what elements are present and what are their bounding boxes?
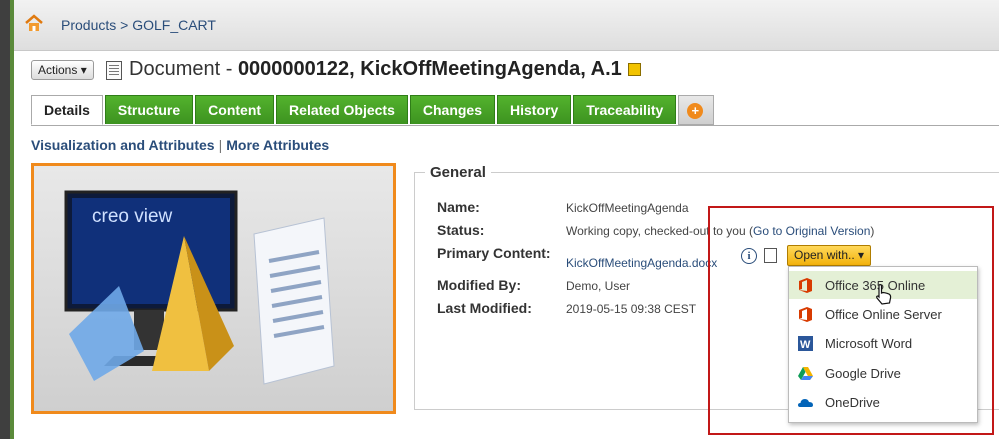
creo-view-thumbnail[interactable]: creo view xyxy=(31,163,396,414)
highlight-annotation-box xyxy=(708,206,994,435)
tab-details[interactable]: Details xyxy=(31,95,103,125)
last-modified-value: 2019-05-15 09:38 CEST xyxy=(566,302,697,316)
link-separator: | xyxy=(218,137,223,153)
add-tab-icon: + xyxy=(687,103,704,120)
modified-by-value: Demo, User xyxy=(566,279,631,293)
last-modified-label: Last Modified: xyxy=(437,300,532,316)
tab-divider xyxy=(31,125,999,126)
actions-label: Actions xyxy=(38,63,78,77)
primary-content-link[interactable]: KickOffMeetingAgenda.docx xyxy=(566,256,717,270)
creo-view-text: creo view xyxy=(92,206,173,227)
actions-button[interactable]: Actions ▾ xyxy=(31,60,94,80)
name-label: Name: xyxy=(437,199,480,215)
status-label: Status: xyxy=(437,222,485,238)
attribute-links: Visualization and Attributes | More Attrib… xyxy=(31,137,329,153)
tab-traceability[interactable]: Traceability xyxy=(573,95,677,124)
title-prefix: Document - xyxy=(129,58,238,80)
left-edge xyxy=(0,0,10,439)
tab-content[interactable]: Content xyxy=(195,95,275,124)
tab-related-objects[interactable]: Related Objects xyxy=(276,95,408,124)
chevron-down-icon: ▾ xyxy=(80,63,87,77)
name-value: KickOffMeetingAgenda xyxy=(566,201,689,215)
tab-history[interactable]: History xyxy=(497,95,572,124)
visualization-link[interactable]: Visualization and Attributes xyxy=(31,137,215,153)
creo-view-graphic: creo view xyxy=(64,190,335,385)
checkout-lock-icon xyxy=(627,63,641,77)
tab-changes[interactable]: Changes xyxy=(409,95,495,124)
modified-by-label: Modified By: xyxy=(437,277,521,293)
page-title: Document - 0000000122, KickOffMeetingAge… xyxy=(129,58,641,81)
document-icon xyxy=(106,61,122,80)
breadcrumb[interactable]: Products > GOLF_CART xyxy=(61,17,216,33)
primary-content-label: Primary Content: xyxy=(437,245,551,261)
more-attributes-link[interactable]: More Attributes xyxy=(226,137,329,153)
left-accent xyxy=(10,0,14,439)
primary-content-value: KickOffMeetingAgenda.docx xyxy=(566,256,717,270)
add-tab-button[interactable]: + xyxy=(678,95,715,125)
general-title: General xyxy=(425,164,491,181)
tab-structure[interactable]: Structure xyxy=(104,95,194,124)
home-icon[interactable] xyxy=(24,13,44,33)
title-identifier: 0000000122, KickOffMeetingAgenda, A.1 xyxy=(237,58,622,80)
tab-bar: Details Structure Content Related Object… xyxy=(31,95,716,125)
